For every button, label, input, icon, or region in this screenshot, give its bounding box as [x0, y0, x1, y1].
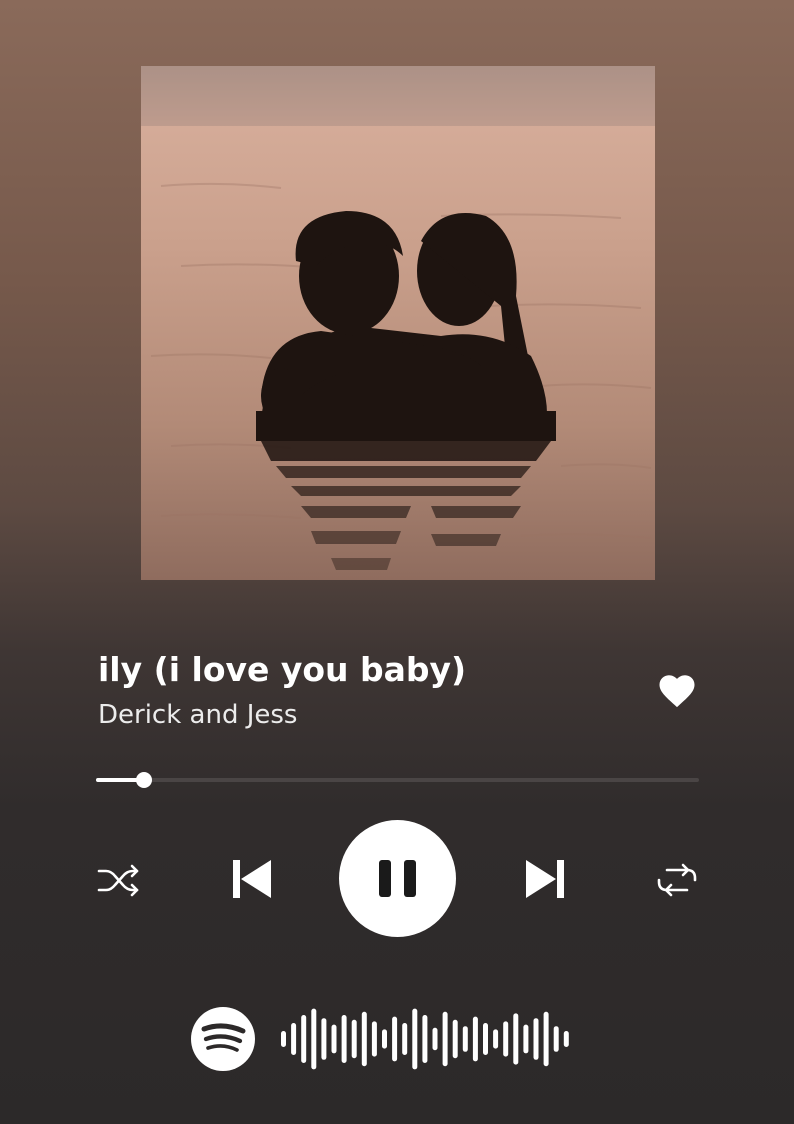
spotify-code-svg: [191, 1007, 569, 1071]
repeat-button[interactable]: [655, 862, 699, 898]
next-button[interactable]: [525, 858, 565, 900]
progress-knob[interactable]: [136, 772, 152, 788]
spotify-code-bar: [331, 1024, 337, 1054]
previous-button[interactable]: [232, 858, 272, 900]
track-title: ily (i love you baby): [98, 650, 467, 689]
spotify-code-bar: [533, 1018, 539, 1060]
spotify-code-bar: [422, 1015, 428, 1063]
spotify-code-bar: [311, 1008, 317, 1070]
spotify-code-bar: [523, 1024, 529, 1054]
spotify-code: [190, 1004, 590, 1074]
like-button[interactable]: [656, 670, 698, 712]
album-cover: [141, 66, 655, 580]
repeat-icon: [657, 863, 697, 897]
progress-track: [96, 778, 699, 782]
album-cover-art: [141, 66, 655, 580]
skip-next-icon: [526, 860, 564, 898]
spotify-code-bar: [432, 1027, 438, 1051]
track-artist[interactable]: Derick and Jess: [98, 700, 297, 730]
spotify-code-bar: [483, 1023, 488, 1055]
shuffle-button[interactable]: [97, 861, 141, 899]
spotify-code-bars: [281, 1008, 569, 1070]
spotify-code-bar: [341, 1015, 347, 1063]
spotify-code-bar: [412, 1008, 418, 1070]
spotify-code-bar: [462, 1026, 468, 1052]
spotify-code-bar: [452, 1019, 458, 1059]
spotify-code-bar: [503, 1021, 509, 1057]
spotify-logo-icon: [191, 1007, 255, 1071]
spotify-code-bar: [392, 1016, 398, 1062]
spotify-code-bar: [563, 1031, 569, 1047]
shuffle-icon: [97, 864, 139, 897]
spotify-code-bar: [472, 1016, 478, 1062]
pause-button[interactable]: [339, 820, 456, 937]
spotify-code-bar: [351, 1019, 357, 1059]
spotify-code-bar: [371, 1021, 377, 1057]
spotify-code-bar: [291, 1023, 297, 1055]
spotify-code-bar: [553, 1026, 559, 1052]
spotify-code-bar: [493, 1029, 499, 1049]
pause-icon: [379, 860, 416, 897]
progress-bar[interactable]: [96, 770, 699, 790]
spotify-code-bar: [301, 1015, 307, 1063]
skip-previous-icon: [233, 860, 271, 898]
heart-icon: [659, 675, 695, 708]
spotify-code-bar: [543, 1011, 549, 1067]
spotify-code-bar: [442, 1011, 448, 1067]
spotify-code-bar: [402, 1023, 408, 1055]
spotify-code-bar: [321, 1018, 327, 1060]
spotify-code-bar: [361, 1011, 367, 1067]
spotify-code-bar: [513, 1013, 519, 1065]
spotify-code-bar: [382, 1029, 387, 1049]
spotify-code-bar: [281, 1031, 286, 1047]
